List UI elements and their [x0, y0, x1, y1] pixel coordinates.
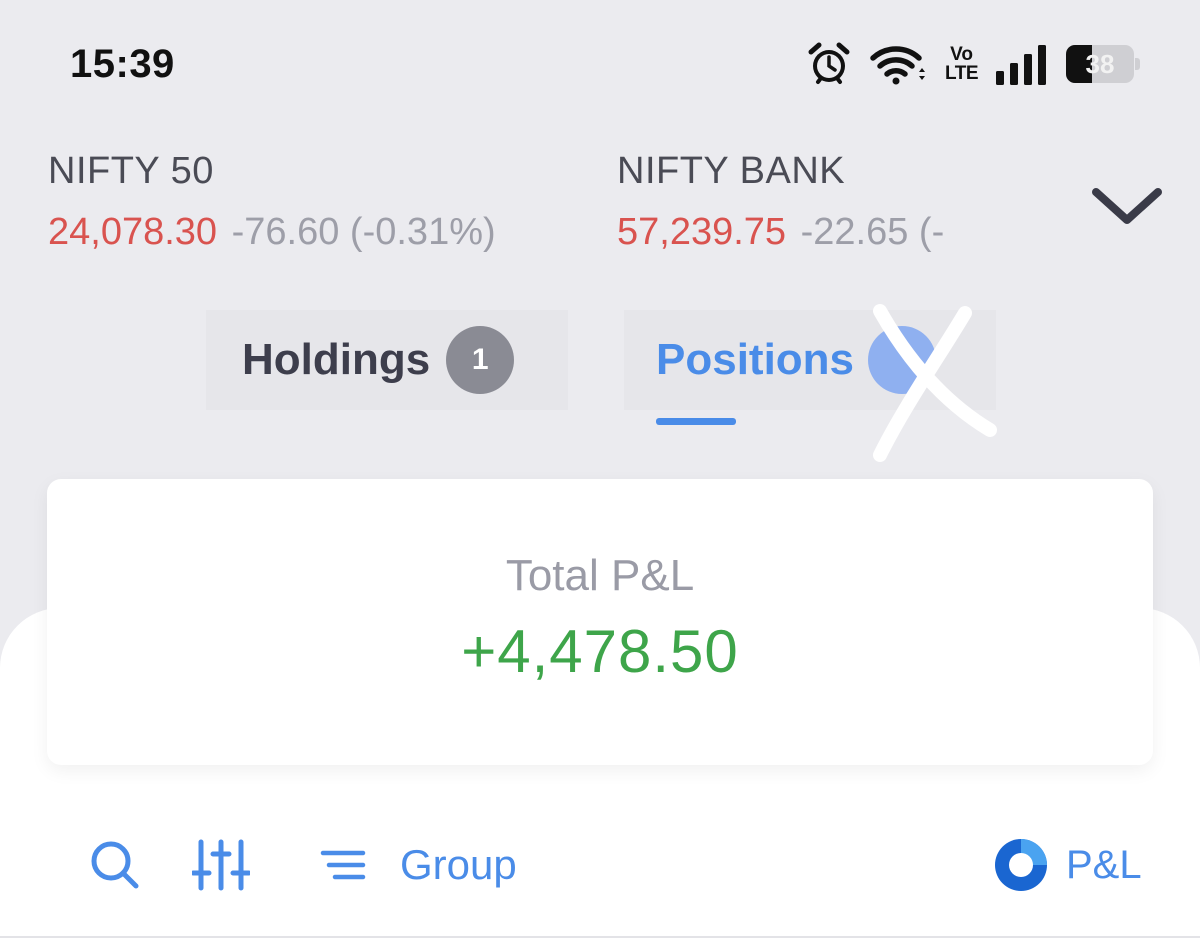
group-button[interactable]: Group — [320, 830, 517, 900]
positions-screen: 15:39 Vo LTE 38 NIFTY 50 24,078.30 -76.6… — [0, 0, 1200, 942]
battery-percent: 38 — [1085, 49, 1115, 79]
volte-bottom-text: LTE — [945, 63, 978, 84]
holdings-count-badge: 1 — [446, 326, 515, 394]
wifi-icon — [870, 46, 926, 85]
group-lines-icon — [320, 850, 366, 880]
tab-positions-label: Positions — [656, 335, 855, 384]
pnl-toggle-button[interactable]: P&L — [994, 830, 1142, 900]
filter-button[interactable] — [192, 830, 250, 900]
filter-sliders-icon — [192, 839, 250, 891]
index-name: NIFTY BANK — [617, 150, 846, 192]
search-button[interactable] — [88, 830, 142, 900]
scribble-x-mark — [873, 304, 997, 462]
volte-top-text: Vo — [950, 44, 973, 65]
index-value: 57,239.75 — [617, 211, 787, 253]
index-change: -22.65 (- — [800, 211, 945, 253]
pnl-label: Total P&L — [505, 551, 695, 600]
index-change: -76.60 (-0.31%) — [231, 211, 496, 253]
positions-toolbar: Group P&L — [0, 830, 1200, 900]
chevron-down-icon[interactable] — [1088, 180, 1166, 232]
total-pnl-card: Total P&L +4,478.50 — [47, 479, 1153, 765]
pnl-toggle-icon — [995, 839, 1047, 891]
tab-holdings-label: Holdings — [242, 335, 431, 384]
group-label: Group — [400, 841, 517, 888]
signal-icon — [996, 45, 1046, 85]
index-niftybank[interactable]: NIFTY BANK 57,239.75 -22.65 (- — [617, 150, 944, 254]
index-name: NIFTY 50 — [48, 150, 214, 192]
pnl-value: +4,478.50 — [461, 618, 739, 685]
active-tab-indicator — [656, 418, 736, 425]
toolbar-divider — [0, 936, 1200, 938]
pnl-toggle-label: P&L — [1066, 842, 1142, 887]
index-nifty50[interactable]: NIFTY 50 24,078.30 -76.60 (-0.31%) — [48, 150, 496, 254]
status-time: 15:39 — [70, 42, 175, 86]
status-icons: Vo LTE 38 — [807, 40, 1140, 88]
alarm-icon — [808, 42, 850, 84]
index-value: 24,078.30 — [48, 211, 218, 253]
tab-holdings[interactable]: Holdings 1 — [206, 310, 568, 410]
search-icon — [91, 841, 139, 889]
battery-icon: 38 — [1066, 45, 1140, 83]
volte-icon: Vo LTE — [945, 45, 978, 83]
